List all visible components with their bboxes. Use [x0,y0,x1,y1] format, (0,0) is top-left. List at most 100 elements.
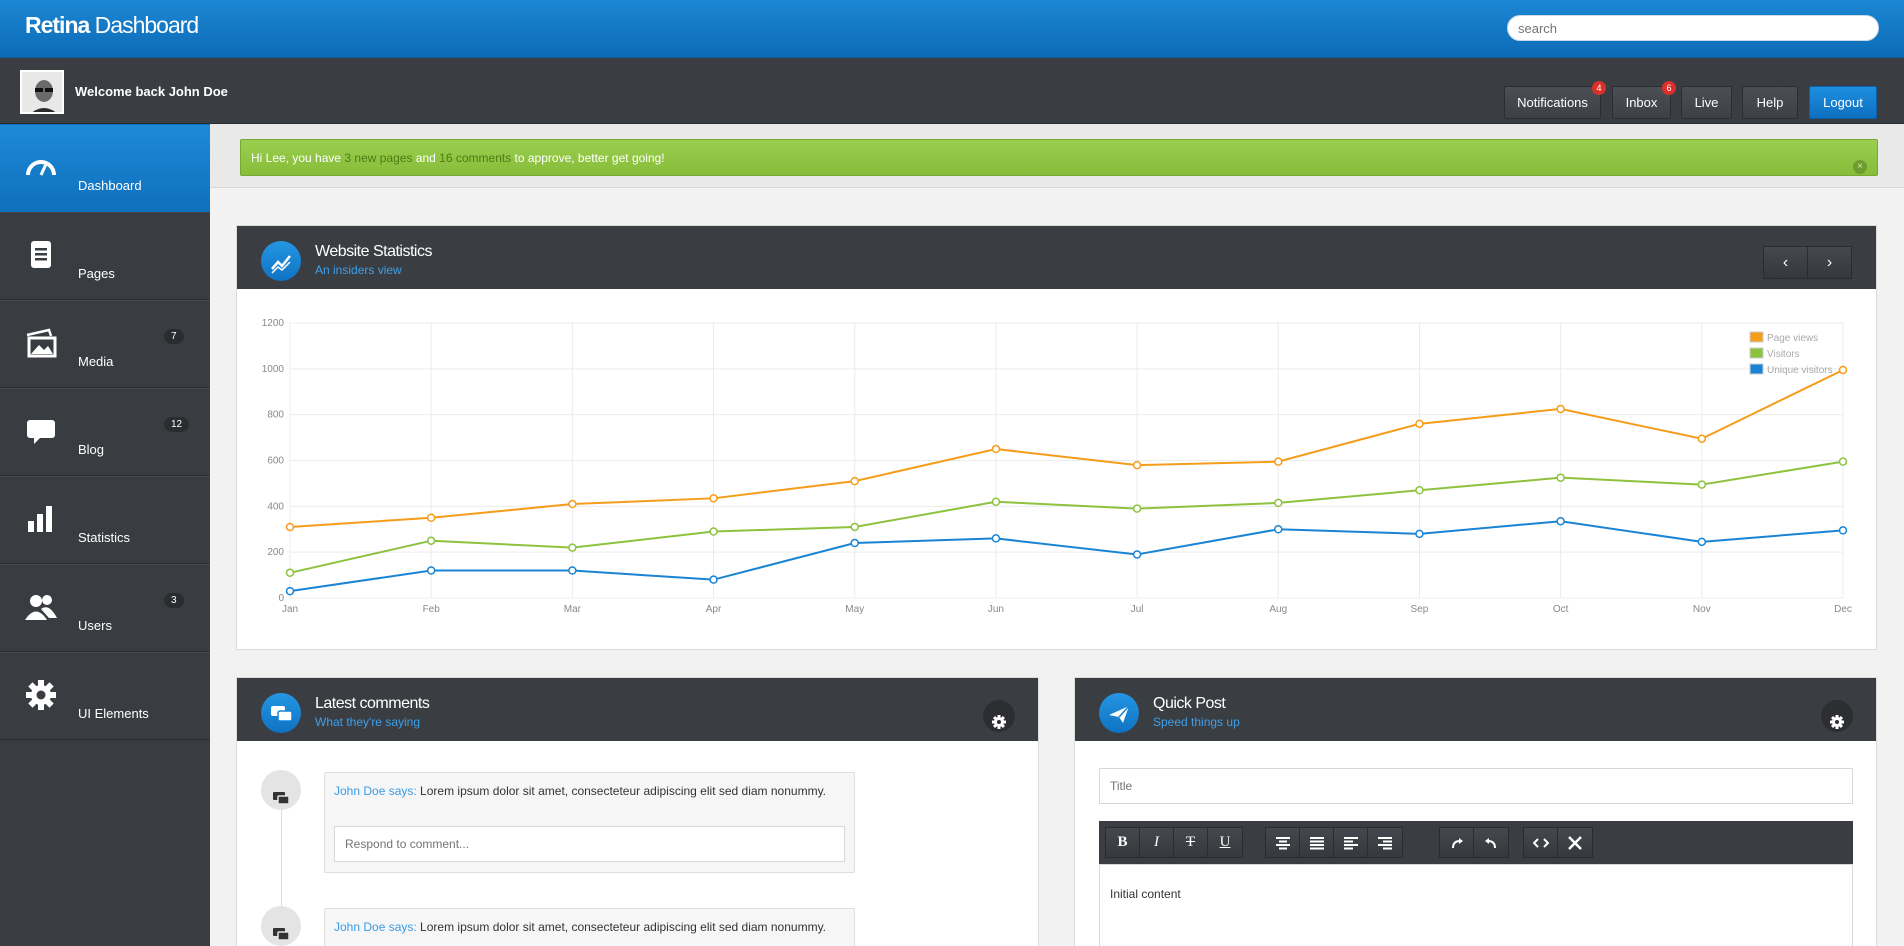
data-point [1274,498,1283,508]
x-tick-label: May [845,604,864,615]
data-point [1274,457,1283,466]
sidebar-item-dashboard[interactable]: Dashboard [0,124,210,212]
sidebar-item-blog[interactable]: Blog 12 [0,388,210,476]
quick-post-panel-header: Quick Post Speed things up [1075,678,1876,741]
align-justify-icon [1309,836,1324,849]
italic-button[interactable]: I [1140,828,1174,857]
x-tick-label: Aug [1269,604,1287,615]
comment-body: Lorem ipsum dolor sit amet, consecteteur… [416,784,827,798]
search-input[interactable] [1507,15,1879,41]
align-button-group [1265,827,1403,858]
data-point [1415,529,1424,539]
close-icon[interactable]: × [1853,160,1867,174]
editor-toolbar: B I T U [1099,821,1853,864]
panel-settings-button[interactable] [983,700,1015,732]
prev-button[interactable]: ‹ [1763,246,1808,279]
clear-button[interactable] [1558,828,1592,857]
alert-comments-link[interactable]: 16 comments [439,151,511,165]
data-point [850,522,859,532]
data-point [991,497,1001,506]
redo-icon [1485,837,1496,848]
data-point [709,575,718,584]
comment-author-link[interactable]: John Doe says: [334,920,417,934]
data-point [285,586,295,596]
reply-input[interactable] [334,826,845,862]
undo-icon [1451,837,1463,848]
alert-new-pages-link[interactable]: 3 new pages [344,151,412,165]
notifications-button[interactable]: Notifications 4 [1504,81,1606,119]
data-point [1132,504,1142,513]
sidebar-item-label: Statistics [78,530,131,545]
legend-swatch [1749,347,1764,359]
redo-button[interactable] [1474,828,1508,857]
gear-icon [1830,715,1844,729]
source-code-button[interactable] [1524,828,1558,857]
sidebar: Dashboard Pages Media 7 Blog 12 Statisti… [0,124,210,946]
data-point [1132,460,1142,470]
users-count-badge: 3 [164,593,184,608]
editor-content: Initial content [1110,887,1181,901]
rich-text-editor[interactable]: Initial content [1099,864,1853,946]
chat-bubbles-icon [261,693,301,733]
help-button[interactable]: Help [1742,86,1798,119]
data-point [850,476,859,486]
legend-swatch [1749,363,1764,375]
align-justify-button[interactable] [1300,828,1334,857]
notifications-badge: 4 [1592,81,1606,95]
sidebar-item-label: Dashboard [78,178,142,193]
users-icon [25,595,57,620]
align-center-button[interactable] [1266,828,1300,857]
live-label: Live [1694,95,1719,110]
y-tick-label: 400 [267,501,284,512]
underline-button[interactable]: U [1208,828,1242,857]
sidebar-item-users[interactable]: Users 3 [0,564,210,652]
panel-subtitle: An insiders view [315,263,402,277]
chat-bubbles-icon [273,792,290,805]
trend-chart-icon [261,241,301,281]
data-point [426,513,436,523]
data-point [285,568,295,578]
inbox-button[interactable]: Inbox 6 [1612,81,1676,119]
avatar[interactable] [20,70,64,114]
alert-banner: Hi Lee, you have 3 new pages and 16 comm… [240,139,1878,176]
data-point [568,543,577,552]
data-point [1697,480,1707,489]
data-point [1838,365,1848,375]
next-button[interactable]: › [1807,246,1852,279]
live-button[interactable]: Live [1681,86,1732,119]
bold-button[interactable]: B [1106,828,1140,857]
panel-settings-button[interactable] [1821,700,1853,732]
panel-title: Quick Post [1153,695,1226,712]
legend-label: Page views [1767,333,1818,344]
gear-icon [26,680,56,710]
sidebar-item-statistics[interactable]: Statistics [0,476,210,564]
bar-chart-icon [28,506,52,532]
align-right-button[interactable] [1368,828,1402,857]
code-icon [1532,837,1549,848]
brand-bold: Retina [25,12,90,38]
post-title-input[interactable] [1099,768,1853,804]
alert-area: Hi Lee, you have 3 new pages and 16 comm… [210,124,1904,188]
strikethrough-button[interactable]: T [1174,828,1208,857]
data-point [1415,486,1424,495]
comment-avatar [261,770,301,810]
sidebar-item-media[interactable]: Media 7 [0,300,210,388]
data-point [426,566,436,575]
undo-button[interactable] [1440,828,1474,857]
alert-text: Hi Lee, you have [251,151,345,165]
panel-subtitle: What they're saying [315,715,421,729]
sidebar-item-label: Media [78,354,114,369]
data-point [426,536,436,545]
quick-post-panel: Quick Post Speed things up B I T U [1074,677,1877,946]
data-point [709,494,718,503]
align-left-button[interactable] [1334,828,1368,857]
comment-author-link[interactable]: John Doe says: [334,784,417,798]
close-icon [1568,835,1582,850]
brand-logo[interactable]: Retina Dashboard [25,12,199,39]
data-point [1556,473,1565,482]
sidebar-item-pages[interactable]: Pages [0,212,210,300]
alert-text: and [412,151,440,165]
logout-button[interactable]: Logout [1809,86,1877,119]
data-point [991,444,1001,454]
sidebar-item-ui-elements[interactable]: UI Elements [0,652,210,740]
